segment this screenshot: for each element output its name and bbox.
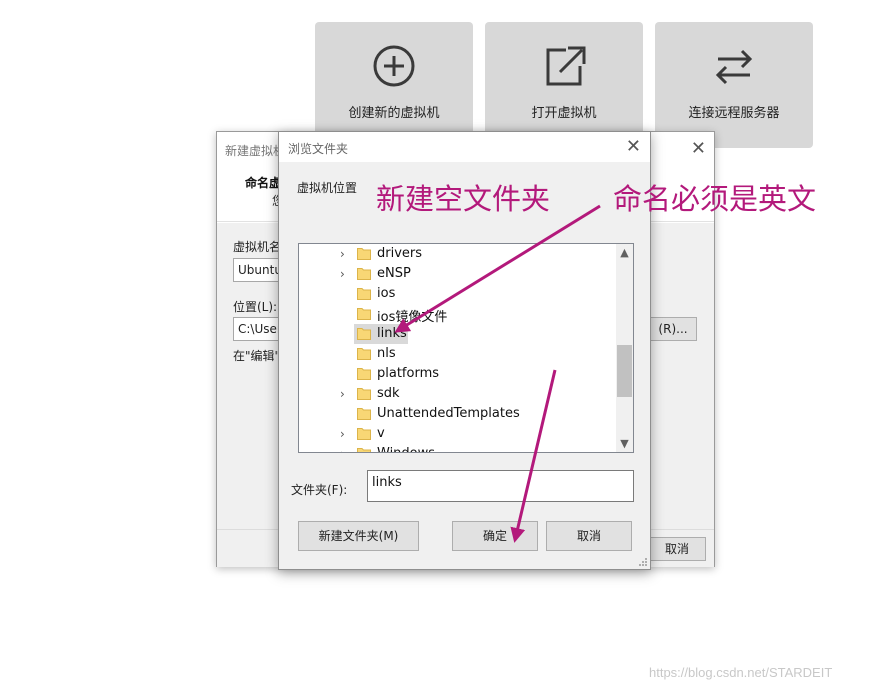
tree-item-ios[interactable]: ios bbox=[299, 284, 617, 304]
close-icon[interactable]: ✕ bbox=[626, 136, 641, 157]
close-icon[interactable]: ✕ bbox=[691, 138, 706, 159]
wizard-title: 新建虚拟机 bbox=[225, 144, 286, 158]
tile-label: 打开虚拟机 bbox=[531, 106, 597, 121]
edit-hint-text: 在"编辑" bbox=[233, 349, 281, 363]
tree-item-platforms[interactable]: platforms bbox=[299, 364, 617, 384]
wizard-header-title: 命名虚 bbox=[245, 176, 282, 190]
scroll-thumb[interactable] bbox=[617, 345, 632, 397]
watermark: https://blog.csdn.net/STARDEIT bbox=[649, 665, 833, 680]
chevron-right-icon[interactable]: › bbox=[340, 447, 345, 452]
tree-item-sdk[interactable]: › sdk bbox=[299, 384, 617, 404]
chevron-right-icon[interactable]: › bbox=[340, 267, 345, 281]
chevron-right-icon[interactable]: › bbox=[340, 387, 345, 401]
tile-label: 创建新的虚拟机 bbox=[348, 106, 440, 121]
tree-item-unattendedtemplates[interactable]: UnattendedTemplates bbox=[299, 404, 617, 424]
folder-icon bbox=[357, 328, 371, 340]
connect-remote-tile[interactable]: 连接远程服务器 bbox=[655, 22, 813, 148]
cancel-button[interactable]: 取消 bbox=[546, 521, 632, 551]
create-vm-tile[interactable]: 创建新的虚拟机 bbox=[315, 22, 473, 148]
resize-grip-icon[interactable] bbox=[638, 557, 648, 567]
folder-icon bbox=[357, 448, 371, 452]
folder-icon bbox=[357, 248, 371, 260]
tree-item-label: links bbox=[377, 326, 407, 341]
tree-item-v[interactable]: › v bbox=[299, 424, 617, 444]
scroll-down-icon[interactable]: ▼ bbox=[616, 435, 633, 452]
tree-item-label: Windows bbox=[377, 446, 435, 452]
folder-icon bbox=[357, 348, 371, 360]
tree-item-nls[interactable]: nls bbox=[299, 344, 617, 364]
tree-item-label: sdk bbox=[377, 386, 400, 401]
plus-circle-icon bbox=[373, 45, 415, 87]
tree-item-label: ios bbox=[377, 286, 396, 301]
tree-item-label: v bbox=[377, 426, 385, 441]
new-folder-button[interactable]: 新建文件夹(M) bbox=[298, 521, 419, 551]
tree-item-label: nls bbox=[377, 346, 396, 361]
annotation-new-folder: 新建空文件夹 bbox=[376, 182, 551, 216]
open-external-icon bbox=[546, 46, 586, 86]
folder-icon bbox=[357, 428, 371, 440]
tree-item-ensp[interactable]: › eNSP bbox=[299, 264, 617, 284]
folder-input[interactable]: links bbox=[367, 470, 634, 502]
folder-icon bbox=[357, 408, 371, 420]
folder-tree[interactable]: › drivers › eNSP ios ios镜像文件 links nls platforms… bbox=[298, 243, 634, 453]
tree-item-label: drivers bbox=[377, 246, 423, 261]
folder-icon bbox=[357, 268, 371, 280]
chevron-right-icon[interactable]: › bbox=[340, 427, 345, 441]
tree-item-label: UnattendedTemplates bbox=[377, 406, 520, 421]
tree-item-drivers[interactable]: › drivers bbox=[299, 244, 617, 264]
tree-item-label: platforms bbox=[377, 366, 440, 381]
annotation-english-name: 命名必须是英文 bbox=[613, 182, 817, 216]
scroll-up-icon[interactable]: ▲ bbox=[616, 244, 633, 261]
dialog-description: 虚拟机位置 bbox=[297, 181, 358, 195]
folder-icon bbox=[357, 388, 371, 400]
open-vm-tile[interactable]: 打开虚拟机 bbox=[485, 22, 643, 148]
folder-icon bbox=[357, 288, 371, 300]
tree-item-ios-[interactable]: ios镜像文件 bbox=[299, 304, 617, 325]
location-label: 位置(L): bbox=[233, 300, 278, 314]
tree-item-windows[interactable]: › Windows bbox=[299, 444, 617, 452]
folder-icon bbox=[357, 308, 371, 320]
swap-arrows-icon bbox=[715, 49, 753, 85]
vm-name-label: 虚拟机名 bbox=[233, 240, 282, 254]
ok-button[interactable]: 确定 bbox=[452, 521, 538, 551]
tree-scrollbar[interactable]: ▲ ▼ bbox=[616, 244, 633, 452]
browse-button[interactable]: (R)... bbox=[649, 317, 697, 341]
tree-item-links[interactable]: links bbox=[299, 324, 617, 344]
folder-label: 文件夹(F): bbox=[291, 483, 348, 497]
dialog-titlebar: 浏览文件夹 ✕ bbox=[279, 132, 650, 162]
folder-icon bbox=[357, 368, 371, 380]
tile-label: 连接远程服务器 bbox=[688, 106, 780, 121]
tree-item-label: ios镜像文件 bbox=[377, 310, 448, 325]
chevron-right-icon[interactable]: › bbox=[340, 247, 345, 261]
tree-item-label: eNSP bbox=[377, 266, 411, 281]
dialog-title: 浏览文件夹 bbox=[288, 142, 349, 156]
wizard-cancel-button[interactable]: 取消 bbox=[648, 537, 706, 561]
